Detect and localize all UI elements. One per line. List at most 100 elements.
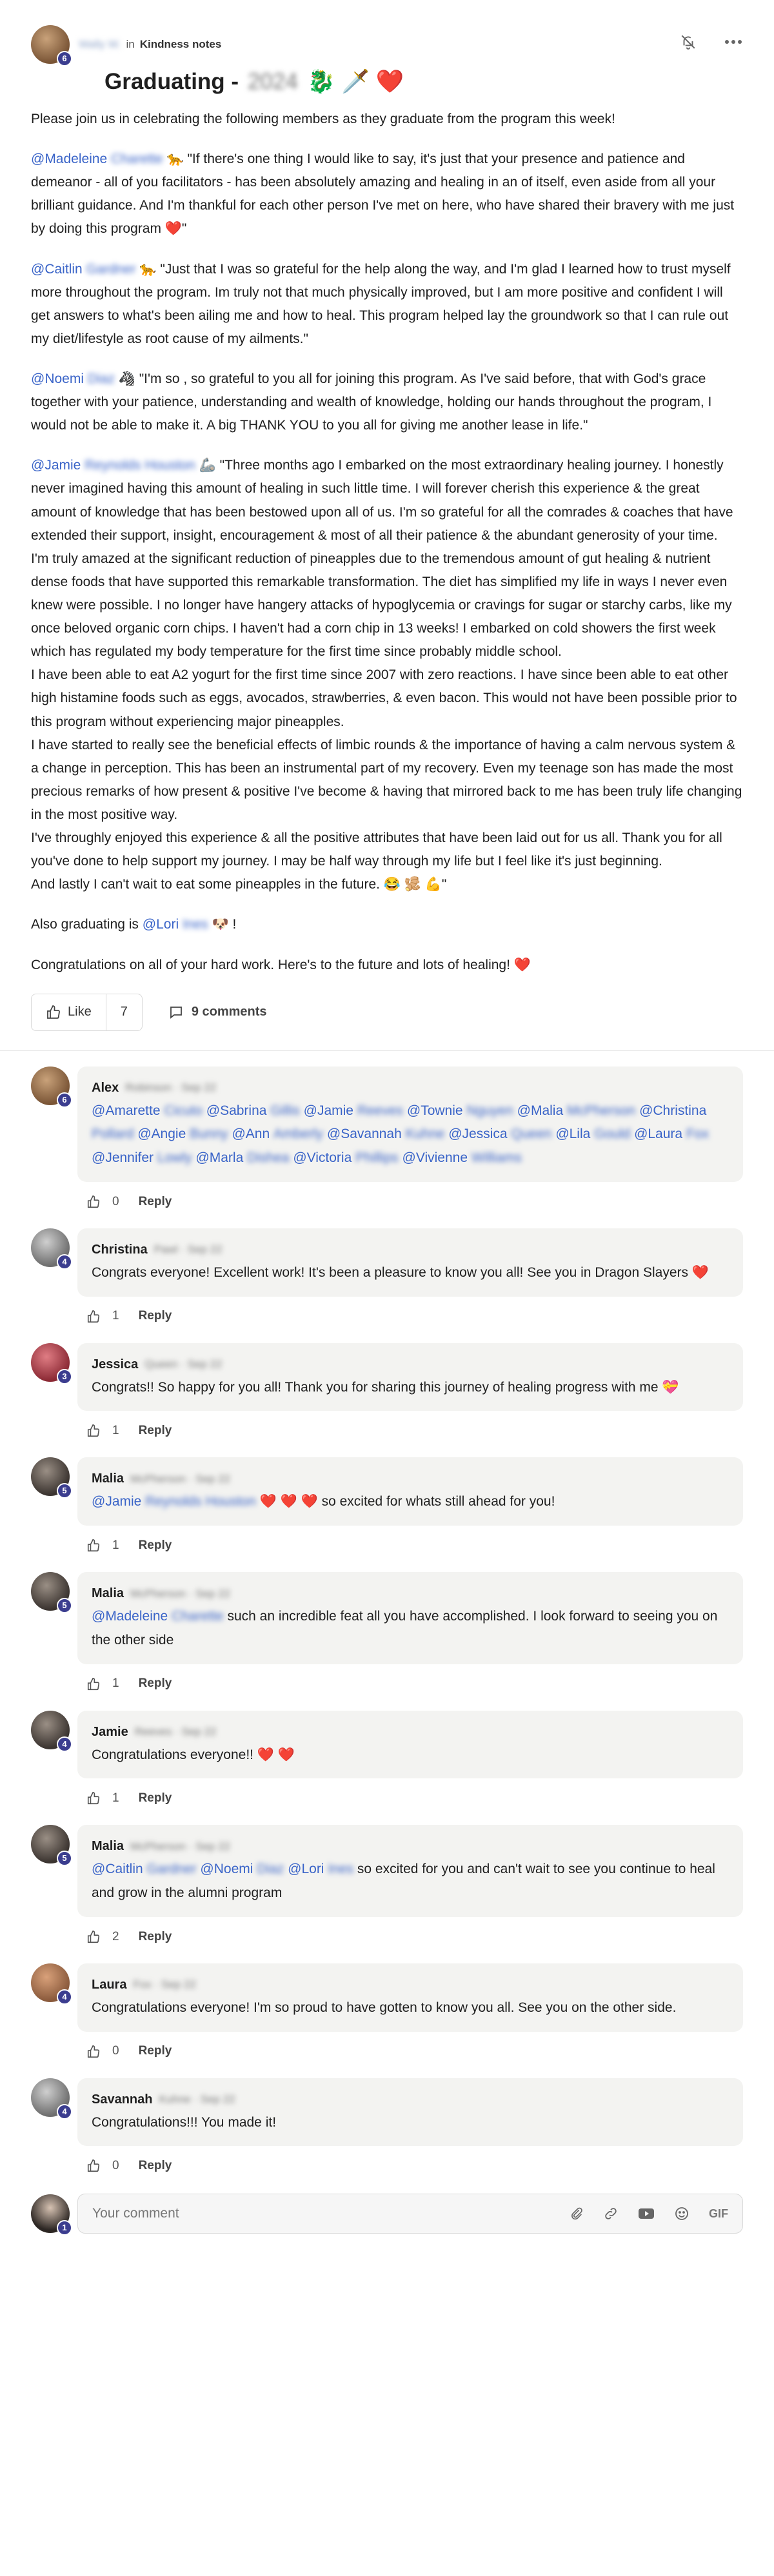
reply-button[interactable]: Reply [139,1192,172,1213]
mention[interactable]: @Sabrina [206,1103,267,1118]
mention-surname[interactable]: Pollard [92,1123,134,1146]
mention[interactable]: @Noemi [31,371,84,386]
mention-surname[interactable]: Reeves [357,1099,403,1123]
mention-surname[interactable]: Cicuto [164,1099,203,1123]
mention-surname[interactable]: Gardner [147,1858,197,1882]
commenter-name[interactable]: Laura [92,1974,126,1996]
group-link[interactable]: Kindness notes [140,35,222,54]
reply-button[interactable]: Reply [139,1673,172,1695]
mention[interactable]: @Madeleine [31,152,107,166]
author-avatar[interactable]: 6 [31,25,72,66]
mention-surname[interactable]: Amberly [273,1123,323,1146]
mention-surname[interactable]: McPherson [567,1099,635,1123]
mention[interactable]: @Savannah [327,1126,402,1141]
mention-surname[interactable]: Gillis [270,1099,300,1123]
mention[interactable]: @Vivienne [402,1150,468,1165]
mention[interactable]: @Laura [634,1126,682,1141]
avatar[interactable]: 5 [31,1572,72,1614]
commenter-name[interactable]: Jamie [92,1721,128,1744]
thumbs-up-icon[interactable] [86,2159,101,2173]
mention-surname[interactable]: Gardner [86,258,136,281]
mention-surname[interactable]: Phillips [355,1146,399,1170]
mention[interactable]: @Jessica [448,1126,507,1141]
mention[interactable]: @Malia [517,1103,564,1118]
commenter-name[interactable]: Malia [92,1582,124,1605]
mention[interactable]: @Victoria [293,1150,352,1165]
like-count[interactable]: 0 [112,2156,119,2177]
emoji-icon[interactable] [674,2206,690,2221]
mention-surname[interactable]: Diaz [257,1858,284,1882]
link-icon[interactable] [603,2206,619,2221]
commenter-name[interactable]: Alex [92,1077,119,1099]
mention-surname[interactable]: Charette [111,148,163,171]
more-icon[interactable] [724,32,743,52]
like-count[interactable]: 0 [112,1192,119,1213]
mention[interactable]: @Caitlin [92,1862,143,1876]
mention[interactable]: @Marla [195,1150,243,1165]
commenter-name[interactable]: Jessica [92,1353,138,1376]
thumbs-up-icon[interactable] [86,1791,101,1805]
thumbs-up-icon[interactable] [86,2045,101,2059]
mention[interactable]: @Jamie [31,458,81,473]
mention[interactable]: @Jamie [92,1494,141,1509]
commenter-name[interactable]: Savannah [92,2089,152,2111]
avatar[interactable]: 4 [31,1963,72,2005]
author-name[interactable]: Wally W. [79,35,121,54]
mention[interactable]: @Angie [137,1126,186,1141]
mention[interactable]: @Jennifer [92,1150,154,1165]
like-count[interactable]: 7 [106,1001,142,1023]
thumbs-up-icon[interactable] [86,1539,101,1553]
like-count[interactable]: 1 [112,1421,119,1442]
video-icon[interactable] [638,2207,655,2220]
mention-surname[interactable]: Williams [471,1146,522,1170]
mention[interactable]: @Townie [407,1103,463,1118]
reply-button[interactable]: Reply [139,1306,172,1327]
mention[interactable]: @Lori [143,917,179,932]
mention-surname[interactable]: Nguyen [466,1099,513,1123]
thumbs-up-icon[interactable] [86,1195,101,1209]
like-count[interactable]: 2 [112,1927,119,1948]
mention[interactable]: @Ann [232,1126,270,1141]
mention-surname[interactable]: Diaz [88,368,115,391]
mention-surname[interactable]: Reynolds Houston [145,1490,256,1514]
mention-surname[interactable]: Gould [594,1123,630,1146]
mention[interactable]: @Lila [555,1126,590,1141]
mention-surname[interactable]: Dishea [247,1146,289,1170]
mention[interactable]: @Lori [288,1862,324,1876]
mention-surname[interactable]: Charette [172,1605,224,1629]
thumbs-up-icon[interactable] [86,1424,101,1438]
mention[interactable]: @Noemi [200,1862,253,1876]
thumbs-up-icon[interactable] [86,1930,101,1944]
current-user-avatar[interactable]: 1 [31,2194,72,2236]
reply-button[interactable]: Reply [139,1535,172,1557]
mention-surname[interactable]: Reynolds Houston [84,454,195,477]
mention-surname[interactable]: Kuhne [406,1123,445,1146]
mention[interactable]: @Caitlin [31,262,83,277]
like-count[interactable]: 1 [112,1673,119,1695]
like-button[interactable]: Like [32,994,106,1030]
paperclip-icon[interactable] [570,2207,584,2221]
mention-surname[interactable]: Lowly [157,1146,192,1170]
reply-button[interactable]: Reply [139,1788,172,1809]
avatar[interactable]: 6 [31,1066,72,1108]
reply-button[interactable]: Reply [139,2041,172,2062]
mention[interactable]: @Jamie [304,1103,353,1118]
mention-surname[interactable]: Fox [686,1123,709,1146]
avatar[interactable]: 5 [31,1825,72,1867]
commenter-name[interactable]: Malia [92,1468,124,1490]
thumbs-up-icon[interactable] [86,1310,101,1324]
avatar[interactable]: 3 [31,1342,72,1384]
mention-surname[interactable]: Ines [183,913,208,936]
mention[interactable]: @Amarette [92,1103,161,1118]
comment-input[interactable]: Your comment GIF [77,2194,743,2234]
mention-surname[interactable]: Queen [511,1123,551,1146]
reply-button[interactable]: Reply [139,1421,172,1442]
mention[interactable]: @Madeleine [92,1609,168,1624]
bell-off-icon[interactable] [679,32,698,52]
commenter-name[interactable]: Malia [92,1835,124,1858]
commenter-name[interactable]: Christina [92,1239,148,1261]
like-count[interactable]: 1 [112,1306,119,1327]
avatar[interactable]: 5 [31,1457,72,1499]
mention-surname[interactable]: Ines [328,1858,353,1882]
mention[interactable]: @Christina [639,1103,706,1118]
